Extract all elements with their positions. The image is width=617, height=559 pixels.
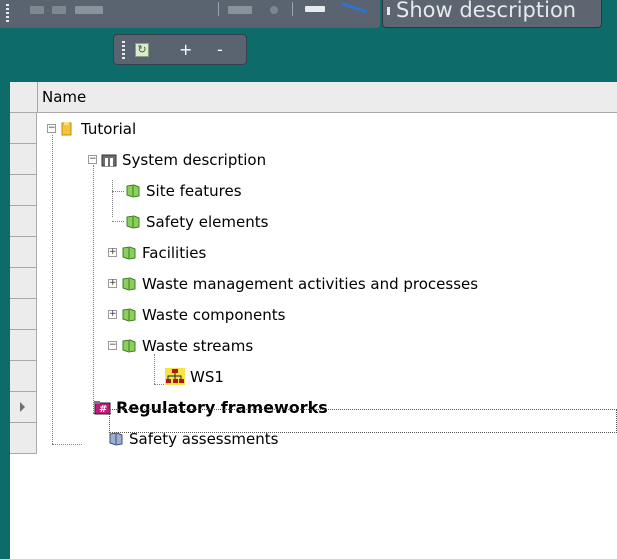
remove-button[interactable]: - xyxy=(217,40,223,60)
row-header[interactable] xyxy=(10,113,37,144)
expand-icon[interactable]: + xyxy=(108,248,117,257)
toolbar-button-4[interactable] xyxy=(228,6,252,14)
toolbar-button-1[interactable] xyxy=(30,6,44,14)
node-label: Facilities xyxy=(142,243,207,262)
collapse-icon[interactable]: − xyxy=(108,341,117,350)
book-icon xyxy=(125,214,141,229)
toolbar-separator-2 xyxy=(292,2,293,16)
tree-node-facilities[interactable]: + Facilities xyxy=(108,237,206,268)
tree-node-system-description[interactable]: − System description xyxy=(88,144,266,175)
book-icon xyxy=(121,307,137,322)
toolbar-button-5[interactable] xyxy=(270,6,278,14)
assessment-icon xyxy=(108,431,124,446)
book-icon xyxy=(121,245,137,260)
toolbar-button-2[interactable] xyxy=(52,6,66,14)
tree-connector xyxy=(112,180,113,217)
tree-connector xyxy=(112,221,124,222)
window-left-edge xyxy=(0,82,10,559)
node-label: Waste components xyxy=(142,305,286,324)
current-row-focus xyxy=(109,409,617,433)
toolbar-area: Show description ↻ + - xyxy=(0,0,617,82)
current-row-arrow-icon xyxy=(20,402,25,412)
node-label: Waste streams xyxy=(142,336,254,355)
refresh-icon[interactable]: ↻ xyxy=(135,43,149,57)
add-button[interactable]: + xyxy=(179,40,192,60)
row-header[interactable] xyxy=(10,237,37,268)
tree-node-ws1[interactable]: WS1 xyxy=(165,361,224,392)
node-label: Waste management activities and processe… xyxy=(142,274,479,293)
toolbar-button-6[interactable] xyxy=(305,6,325,12)
show-description-button[interactable]: Show description xyxy=(382,0,602,28)
node-label: Safety elements xyxy=(146,212,269,231)
toolbar-grip[interactable] xyxy=(6,4,9,22)
node-label: Tutorial xyxy=(81,119,137,138)
toolbar-grip[interactable] xyxy=(122,41,125,59)
row-header[interactable] xyxy=(10,423,37,454)
column-header-row: Name xyxy=(10,82,617,113)
system-icon xyxy=(101,152,117,167)
tree-node-safety-elements[interactable]: Safety elements xyxy=(125,206,268,237)
tree-node-waste-components[interactable]: + Waste components xyxy=(108,299,285,330)
checkbox-indicator-icon xyxy=(387,7,390,15)
expand-icon[interactable]: + xyxy=(108,310,117,319)
book-icon xyxy=(125,183,141,198)
tree-node-waste-management[interactable]: + Waste management activities and proces… xyxy=(108,268,478,299)
link-icon[interactable] xyxy=(338,2,368,23)
tree-toolbar: ↻ + - xyxy=(113,34,247,65)
row-header[interactable] xyxy=(10,175,37,206)
row-header[interactable] xyxy=(10,299,37,330)
toolbar-button-3[interactable] xyxy=(75,6,103,14)
row-header[interactable] xyxy=(10,206,37,237)
tree-node-tutorial[interactable]: − Tutorial xyxy=(47,113,136,144)
row-header-current[interactable] xyxy=(10,392,37,423)
collapse-icon[interactable]: − xyxy=(47,124,56,133)
row-header[interactable] xyxy=(10,268,37,299)
column-header-name[interactable]: Name xyxy=(37,82,617,112)
tree-grid: Name − Tutorial − System description Sit… xyxy=(10,82,617,467)
main-toolbar xyxy=(0,0,380,28)
book-icon xyxy=(121,276,137,291)
row-header[interactable] xyxy=(10,330,37,361)
show-description-label: Show description xyxy=(396,0,577,22)
expand-icon[interactable]: + xyxy=(108,279,117,288)
node-label: WS1 xyxy=(190,367,224,386)
node-label: Site features xyxy=(146,181,242,200)
node-label: System description xyxy=(122,150,267,169)
tree-connector xyxy=(112,191,124,192)
row-header[interactable] xyxy=(10,144,37,175)
row-headers xyxy=(10,113,37,454)
svg-text:#: # xyxy=(99,404,107,415)
toolbar-separator xyxy=(218,2,219,16)
folder-icon xyxy=(60,121,76,136)
tree-connector xyxy=(52,135,53,444)
tree-node-waste-streams[interactable]: − Waste streams xyxy=(108,330,253,361)
tree-connector xyxy=(154,384,164,385)
row-header[interactable] xyxy=(10,361,37,392)
tree-connector xyxy=(52,444,82,445)
waste-stream-icon xyxy=(165,368,185,385)
tree-node-site-features[interactable]: Site features xyxy=(125,175,242,206)
tree-connector xyxy=(93,165,94,413)
collapse-icon[interactable]: − xyxy=(88,155,97,164)
book-icon xyxy=(121,338,137,353)
